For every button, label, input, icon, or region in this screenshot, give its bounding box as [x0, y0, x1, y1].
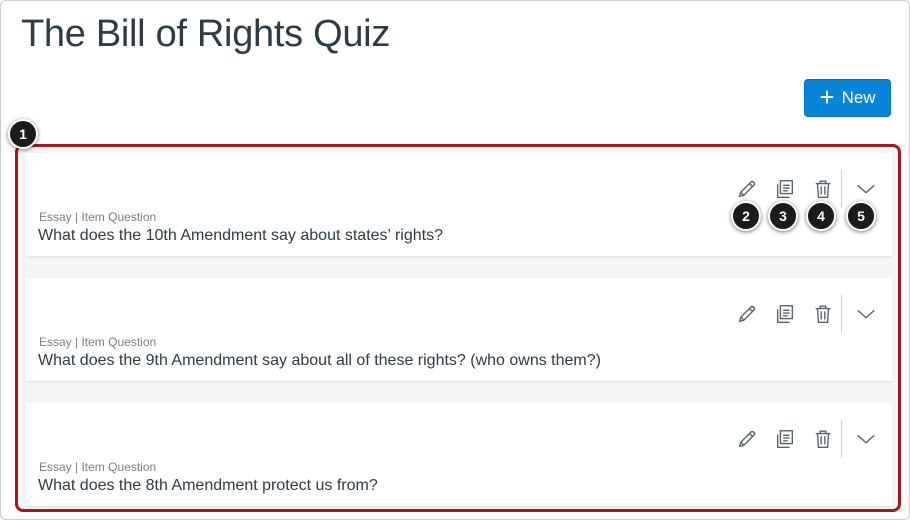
copy-icon[interactable]: [772, 301, 798, 327]
pencil-icon[interactable]: [734, 301, 760, 327]
item-question-text[interactable]: What does the 9th Amendment say about al…: [38, 352, 601, 370]
copy-icon[interactable]: [772, 426, 798, 452]
callout-badge: 3: [768, 201, 798, 231]
copy-icon[interactable]: [772, 176, 798, 202]
item-type-label: Essay | Item Question: [39, 460, 157, 474]
item-type-label: Essay | Item Question: [39, 210, 157, 224]
question-item: Essay | Item Question What does the 10th…: [26, 153, 892, 257]
plus-icon: +: [819, 82, 835, 112]
page-title: The Bill of Rights Quiz: [21, 13, 391, 55]
callout-badge: 4: [806, 201, 836, 231]
trash-icon[interactable]: [810, 176, 836, 202]
new-button-label: New: [841, 88, 876, 107]
question-item: Essay | Item Question What does the 8th …: [26, 403, 892, 507]
pencil-icon[interactable]: [734, 176, 760, 202]
pencil-icon[interactable]: [734, 426, 760, 452]
callout-badge: 2: [731, 201, 761, 231]
action-divider: [841, 295, 842, 333]
callout-badge: 1: [8, 119, 38, 149]
action-divider: [841, 170, 842, 208]
trash-icon[interactable]: [810, 301, 836, 327]
app-frame: The Bill of Rights Quiz + New Essay | It…: [0, 0, 910, 520]
items-highlight-box: Essay | Item Question What does the 10th…: [15, 144, 901, 512]
new-item-button[interactable]: + New: [804, 79, 891, 117]
item-type-label: Essay | Item Question: [39, 335, 157, 349]
question-item: Essay | Item Question What does the 9th …: [26, 278, 892, 382]
chevron-down-icon[interactable]: [852, 301, 880, 327]
item-question-text[interactable]: What does the 8th Amendment protect us f…: [38, 477, 378, 495]
item-question-text[interactable]: What does the 10th Amendment say about s…: [38, 227, 443, 245]
action-divider: [841, 420, 842, 458]
callout-badge: 5: [846, 201, 876, 231]
chevron-down-icon[interactable]: [852, 426, 880, 452]
chevron-down-icon[interactable]: [852, 176, 880, 202]
trash-icon[interactable]: [810, 426, 836, 452]
